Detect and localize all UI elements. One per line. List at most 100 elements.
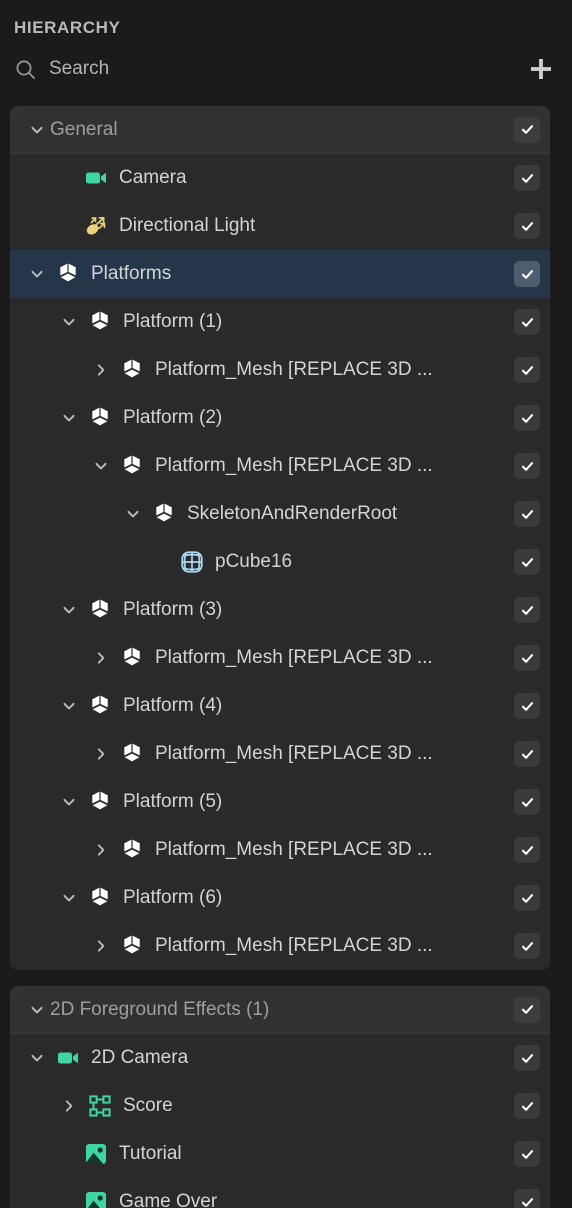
tree-row-label: Platform_Mesh [REPLACE 3D ... bbox=[155, 455, 433, 476]
tree-row[interactable]: Platform_Mesh [REPLACE 3D ... bbox=[10, 346, 550, 394]
tree-row[interactable]: Platform (1) bbox=[10, 298, 550, 346]
chevron-down-icon[interactable] bbox=[56, 309, 82, 335]
visibility-checkbox[interactable] bbox=[514, 1045, 540, 1071]
search-input[interactable] bbox=[38, 58, 524, 80]
hierarchy-panel: HIERARCHY General Camera Directional Light… bbox=[0, 0, 572, 1208]
visibility-checkbox[interactable] bbox=[514, 405, 540, 431]
chevron-right-icon[interactable] bbox=[88, 837, 114, 863]
tree-group-header[interactable]: General bbox=[10, 106, 550, 154]
visibility-checkbox[interactable] bbox=[514, 453, 540, 479]
tree-row[interactable]: Tutorial bbox=[10, 1130, 550, 1178]
chevron-down-icon[interactable] bbox=[56, 597, 82, 623]
chevron-right-icon[interactable] bbox=[88, 645, 114, 671]
tree-row-label: Platform_Mesh [REPLACE 3D ... bbox=[155, 359, 433, 380]
tree-row-label: Platform_Mesh [REPLACE 3D ... bbox=[155, 647, 433, 668]
tree-row[interactable]: Platform_Mesh [REPLACE 3D ... bbox=[10, 730, 550, 778]
visibility-checkbox[interactable] bbox=[514, 1141, 540, 1167]
prefab-cube-icon bbox=[118, 644, 146, 672]
mesh-icon bbox=[178, 548, 206, 576]
prefab-cube-icon bbox=[86, 884, 114, 912]
plus-icon[interactable] bbox=[524, 52, 558, 86]
tree-row-label: Tutorial bbox=[119, 1143, 182, 1164]
chevron-down-icon[interactable] bbox=[24, 997, 50, 1023]
visibility-checkbox[interactable] bbox=[514, 741, 540, 767]
chevron-down-icon[interactable] bbox=[24, 261, 50, 287]
tree-row[interactable]: Platform (2) bbox=[10, 394, 550, 442]
visibility-checkbox[interactable] bbox=[514, 885, 540, 911]
visibility-checkbox[interactable] bbox=[514, 597, 540, 623]
tree-row[interactable]: pCube16 bbox=[10, 538, 550, 586]
visibility-checkbox[interactable] bbox=[514, 1189, 540, 1208]
visibility-checkbox[interactable] bbox=[514, 693, 540, 719]
chevron-down-icon[interactable] bbox=[56, 405, 82, 431]
prefab-cube-icon bbox=[86, 404, 114, 432]
general-card: General Camera Directional Light Platforms P… bbox=[10, 106, 550, 970]
tree-row[interactable]: Platform (3) bbox=[10, 586, 550, 634]
prefab-cube-icon bbox=[86, 596, 114, 624]
visibility-checkbox[interactable] bbox=[514, 549, 540, 575]
image-icon bbox=[82, 1188, 110, 1208]
visibility-checkbox[interactable] bbox=[514, 213, 540, 239]
node-group-icon bbox=[86, 1092, 114, 1120]
prefab-cube-icon bbox=[86, 308, 114, 336]
camera-icon bbox=[54, 1044, 82, 1072]
chevron-down-icon[interactable] bbox=[24, 1045, 50, 1071]
visibility-checkbox[interactable] bbox=[514, 837, 540, 863]
chevron-right-icon[interactable] bbox=[56, 1093, 82, 1119]
tree-row-label: Platforms bbox=[91, 263, 172, 284]
tree-row-label: Platform (5) bbox=[123, 791, 223, 812]
chevron-right-icon[interactable] bbox=[88, 741, 114, 767]
tree-row[interactable]: Game Over bbox=[10, 1178, 550, 1208]
tree-row[interactable]: SkeletonAndRenderRoot bbox=[10, 490, 550, 538]
tree-row[interactable]: 2D Camera bbox=[10, 1034, 550, 1082]
tree-row-label: Game Over bbox=[119, 1191, 218, 1208]
search-bar bbox=[0, 48, 572, 90]
visibility-checkbox[interactable] bbox=[514, 1093, 540, 1119]
page-title: HIERARCHY bbox=[14, 18, 121, 37]
tree-row-label: Platform_Mesh [REPLACE 3D ... bbox=[155, 743, 433, 764]
visibility-checkbox[interactable] bbox=[514, 261, 540, 287]
chevron-down-icon[interactable] bbox=[56, 789, 82, 815]
visibility-checkbox[interactable] bbox=[514, 116, 540, 143]
visibility-checkbox[interactable] bbox=[514, 309, 540, 335]
tree-row[interactable]: Platforms bbox=[10, 250, 550, 298]
visibility-checkbox[interactable] bbox=[514, 501, 540, 527]
chevron-down-icon[interactable] bbox=[120, 501, 146, 527]
hierarchy-tree[interactable]: General Camera Directional Light Platforms P… bbox=[0, 106, 572, 1208]
tree-row[interactable]: Platform_Mesh [REPLACE 3D ... bbox=[10, 826, 550, 874]
chevron-right-icon[interactable] bbox=[88, 357, 114, 383]
visibility-checkbox[interactable] bbox=[514, 933, 540, 959]
camera-icon bbox=[82, 164, 110, 192]
visibility-checkbox[interactable] bbox=[514, 165, 540, 191]
tree-row[interactable]: Camera bbox=[10, 154, 550, 202]
tree-row[interactable]: Score bbox=[10, 1082, 550, 1130]
chevron-down-icon[interactable] bbox=[88, 453, 114, 479]
image-icon bbox=[82, 1140, 110, 1168]
visibility-checkbox[interactable] bbox=[514, 645, 540, 671]
tree-row[interactable]: Platform (6) bbox=[10, 874, 550, 922]
prefab-cube-icon bbox=[150, 500, 178, 528]
prefab-cube-icon bbox=[118, 356, 146, 384]
chevron-down-icon[interactable] bbox=[56, 693, 82, 719]
tree-row[interactable]: Platform (5) bbox=[10, 778, 550, 826]
tree-row-label: Camera bbox=[119, 167, 187, 188]
tree-row[interactable]: Platform (4) bbox=[10, 682, 550, 730]
tree-row[interactable]: Platform_Mesh [REPLACE 3D ... bbox=[10, 442, 550, 490]
visibility-checkbox[interactable] bbox=[514, 357, 540, 383]
prefab-cube-icon bbox=[118, 932, 146, 960]
chevron-down-icon[interactable] bbox=[24, 117, 50, 143]
visibility-checkbox[interactable] bbox=[514, 996, 540, 1023]
tree-row[interactable]: Platform_Mesh [REPLACE 3D ... bbox=[10, 922, 550, 970]
tree-row-label: Platform (1) bbox=[123, 311, 223, 332]
tree-row[interactable]: Directional Light bbox=[10, 202, 550, 250]
tree-group-header[interactable]: 2D Foreground Effects (1) bbox=[10, 986, 550, 1034]
tree-row-label: Directional Light bbox=[119, 215, 256, 236]
chevron-right-icon[interactable] bbox=[88, 933, 114, 959]
prefab-cube-icon bbox=[86, 788, 114, 816]
tree-row-label: General bbox=[50, 118, 118, 140]
visibility-checkbox[interactable] bbox=[514, 789, 540, 815]
chevron-down-icon[interactable] bbox=[56, 885, 82, 911]
tree-row-label: Platform (3) bbox=[123, 599, 223, 620]
tree-row[interactable]: Platform_Mesh [REPLACE 3D ... bbox=[10, 634, 550, 682]
tree-row-label: Platform_Mesh [REPLACE 3D ... bbox=[155, 839, 433, 860]
